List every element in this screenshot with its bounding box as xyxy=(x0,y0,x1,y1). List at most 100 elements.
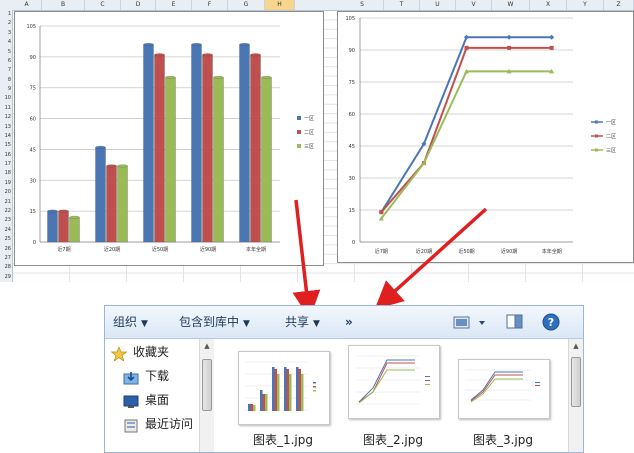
column-header-y[interactable]: Y xyxy=(567,0,604,10)
row-header[interactable]: 14 xyxy=(0,132,12,141)
row-header[interactable]: 5 xyxy=(0,48,12,57)
row-header[interactable]: 2 xyxy=(0,19,12,28)
column-header-d[interactable]: D xyxy=(121,0,156,10)
column-header-a[interactable]: A xyxy=(12,0,42,10)
y-tick-label: 90 xyxy=(30,55,36,61)
bar-top xyxy=(191,43,202,46)
column-header-z[interactable]: Z xyxy=(604,0,634,10)
row-header[interactable]: 17 xyxy=(0,160,12,169)
more-commands-button[interactable]: » xyxy=(345,306,353,338)
row-header[interactable]: 11 xyxy=(0,104,12,113)
y-tick-label: 0 xyxy=(352,240,355,246)
bar-top xyxy=(106,164,117,168)
bar-top xyxy=(250,53,261,57)
row-header[interactable]: 12 xyxy=(0,113,12,122)
y-tick-label: 30 xyxy=(30,178,36,184)
row-header[interactable]: 19 xyxy=(0,179,12,188)
bar-chart[interactable]: 0 15 30 45 60 75 90 105 近7期 近20期 近50期 近90期 本年全期 一区 二区三… xyxy=(14,11,324,266)
scroll-up-icon[interactable]: ▲ xyxy=(569,339,583,353)
file-list-scrollbar[interactable]: ▲ xyxy=(568,339,583,452)
spreadsheet-area: ABCDEFGHSTUVWXYZ 1 2 3 4 5 6 7 8 9 10 11 12 13 14 15 16… xyxy=(0,0,634,282)
legend-label: 三区 xyxy=(304,144,314,150)
column-header-v[interactable]: V xyxy=(456,0,492,10)
y-tick-label: 15 xyxy=(349,208,355,214)
row-header[interactable]: 3 xyxy=(0,29,12,38)
row-header[interactable]: 20 xyxy=(0,188,12,197)
more-commands-label: » xyxy=(345,315,353,329)
bar xyxy=(154,54,165,243)
help-button[interactable]: ? xyxy=(542,313,560,331)
row-header[interactable]: 9 xyxy=(0,85,12,94)
y-tick-label: 90 xyxy=(349,48,355,54)
nav-recent[interactable]: 最近访问 xyxy=(123,413,193,435)
organize-menu[interactable]: 组织 ▼ xyxy=(113,306,148,338)
row-headers: 1 2 3 4 5 6 7 8 9 10 11 12 13 14 15 16 17 18 19 20 21 22 23 24 2… xyxy=(0,10,13,282)
row-header[interactable]: 15 xyxy=(0,141,12,150)
row-header[interactable]: 13 xyxy=(0,123,12,132)
row-header[interactable]: 6 xyxy=(0,57,12,66)
file-item[interactable]: 图表_2.jpg xyxy=(338,339,448,452)
data-point xyxy=(549,45,554,50)
row-header[interactable]: 29 xyxy=(0,273,12,282)
bar xyxy=(191,44,202,243)
include-in-library-menu[interactable]: 包含到库中 ▼ xyxy=(179,306,250,338)
row-header[interactable]: 18 xyxy=(0,169,12,178)
row-header[interactable]: 21 xyxy=(0,198,12,207)
nav-scrollbar[interactable]: ▲ xyxy=(199,339,214,452)
row-header[interactable]: 1 xyxy=(0,10,12,19)
legend-swatch xyxy=(297,130,301,134)
column-header-e[interactable]: E xyxy=(156,0,192,10)
row-header[interactable]: 23 xyxy=(0,216,12,225)
column-header-s[interactable]: S xyxy=(341,0,384,10)
recent-places-icon xyxy=(123,418,139,432)
x-tick-label: 近50期 xyxy=(152,246,168,253)
row-header[interactable]: 26 xyxy=(0,245,12,254)
nav-downloads-label: 下载 xyxy=(145,369,170,383)
file-list-scroll-thumb[interactable] xyxy=(571,357,581,407)
row-header[interactable]: 4 xyxy=(0,38,12,47)
file-item[interactable]: 图表_1.jpg xyxy=(228,339,338,452)
bar xyxy=(165,77,176,243)
x-tick-label: 近20期 xyxy=(104,246,120,253)
row-header[interactable]: 8 xyxy=(0,76,12,85)
row-header[interactable]: 22 xyxy=(0,207,12,216)
column-header-g[interactable]: G xyxy=(228,0,265,10)
help-icon: ? xyxy=(542,313,560,331)
line-chart[interactable]: 0 15 30 45 60 75 90 105 近7期 近20期 近50期 近90期 本年全期 一区 二区三… xyxy=(337,11,634,263)
row-header[interactable]: 24 xyxy=(0,226,12,235)
view-options-button[interactable] xyxy=(453,315,489,329)
data-point xyxy=(549,34,555,40)
x-tick-label: 近7期 xyxy=(375,248,388,255)
bar xyxy=(261,77,272,243)
bar-top xyxy=(58,209,69,213)
legend-marker xyxy=(595,134,598,138)
column-header-h[interactable]: H xyxy=(265,0,295,10)
row-header[interactable]: 25 xyxy=(0,235,12,244)
column-header-t[interactable]: T xyxy=(384,0,420,10)
column-header-u[interactable]: U xyxy=(420,0,456,10)
column-header-b[interactable]: B xyxy=(42,0,85,10)
column-header-f[interactable]: F xyxy=(192,0,228,10)
preview-pane-button[interactable] xyxy=(506,314,524,330)
row-header[interactable]: 10 xyxy=(0,94,12,103)
file-item[interactable]: 图表_3.jpg xyxy=(448,339,558,452)
scroll-up-icon[interactable]: ▲ xyxy=(200,339,214,353)
row-header[interactable]: 27 xyxy=(0,254,12,263)
x-tick-label: 近7期 xyxy=(57,246,70,253)
column-header-w[interactable]: W xyxy=(492,0,530,10)
column-header-c[interactable]: C xyxy=(85,0,121,10)
bar-top xyxy=(95,145,106,149)
nav-desktop[interactable]: 桌面 xyxy=(123,389,169,411)
column-header-x[interactable]: X xyxy=(530,0,567,10)
bar xyxy=(117,165,128,243)
nav-downloads[interactable]: 下载 xyxy=(123,365,169,387)
share-menu[interactable]: 共享 ▼ xyxy=(285,306,320,338)
nav-recent-label: 最近访问 xyxy=(145,417,194,431)
row-header[interactable]: 16 xyxy=(0,151,12,160)
row-header[interactable]: 7 xyxy=(0,66,12,75)
legend-label: 二区 xyxy=(606,134,616,140)
nav-scroll-thumb[interactable] xyxy=(202,359,212,411)
row-header[interactable]: 28 xyxy=(0,263,12,272)
nav-favorites[interactable]: 收藏夹 xyxy=(110,341,169,363)
file-explorer-window: 组织 ▼ 包含到库中 ▼ 共享 ▼ » ? 收藏夹 下载 桌面 最近访问 ▲ 图… xyxy=(104,305,584,453)
